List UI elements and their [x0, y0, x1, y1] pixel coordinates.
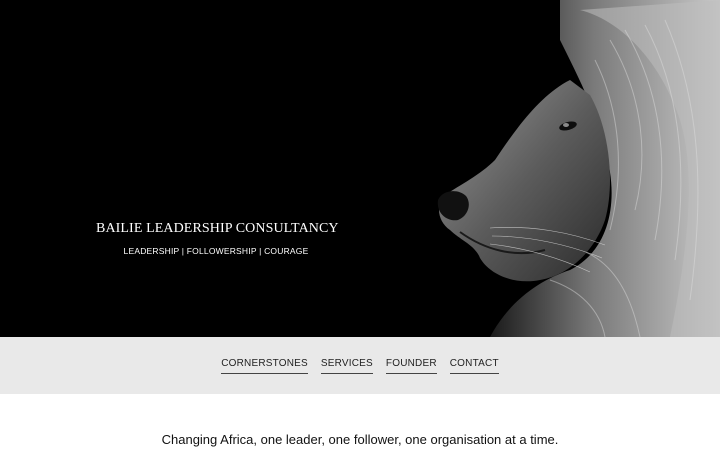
nav-link-contact[interactable]: CONTACT [449, 358, 499, 374]
mission-section: Changing Africa, one leader, one followe… [0, 394, 720, 450]
site-tagline: LEADERSHIP | FOLLOWERSHIP | COURAGE [123, 246, 309, 256]
nav-link-founder[interactable]: FOUNDER [385, 358, 437, 374]
mission-statement: Changing Africa, one leader, one followe… [161, 432, 559, 447]
nav-link-services[interactable]: SERVICES [320, 358, 373, 374]
main-navigation: CORNERSTONES SERVICES FOUNDER CONTACT [0, 337, 720, 394]
lion-profile-image [437, 0, 720, 337]
nav-link-cornerstones[interactable]: CORNERSTONES [221, 358, 308, 374]
hero-banner: BAILIE LEADERSHIP CONSULTANCY LEADERSHIP… [0, 0, 720, 337]
site-title: BAILIE LEADERSHIP CONSULTANCY [96, 221, 339, 236]
nav-list: CORNERSTONES SERVICES FOUNDER CONTACT [221, 358, 499, 374]
hero-text-block: BAILIE LEADERSHIP CONSULTANCY LEADERSHIP… [96, 218, 339, 256]
